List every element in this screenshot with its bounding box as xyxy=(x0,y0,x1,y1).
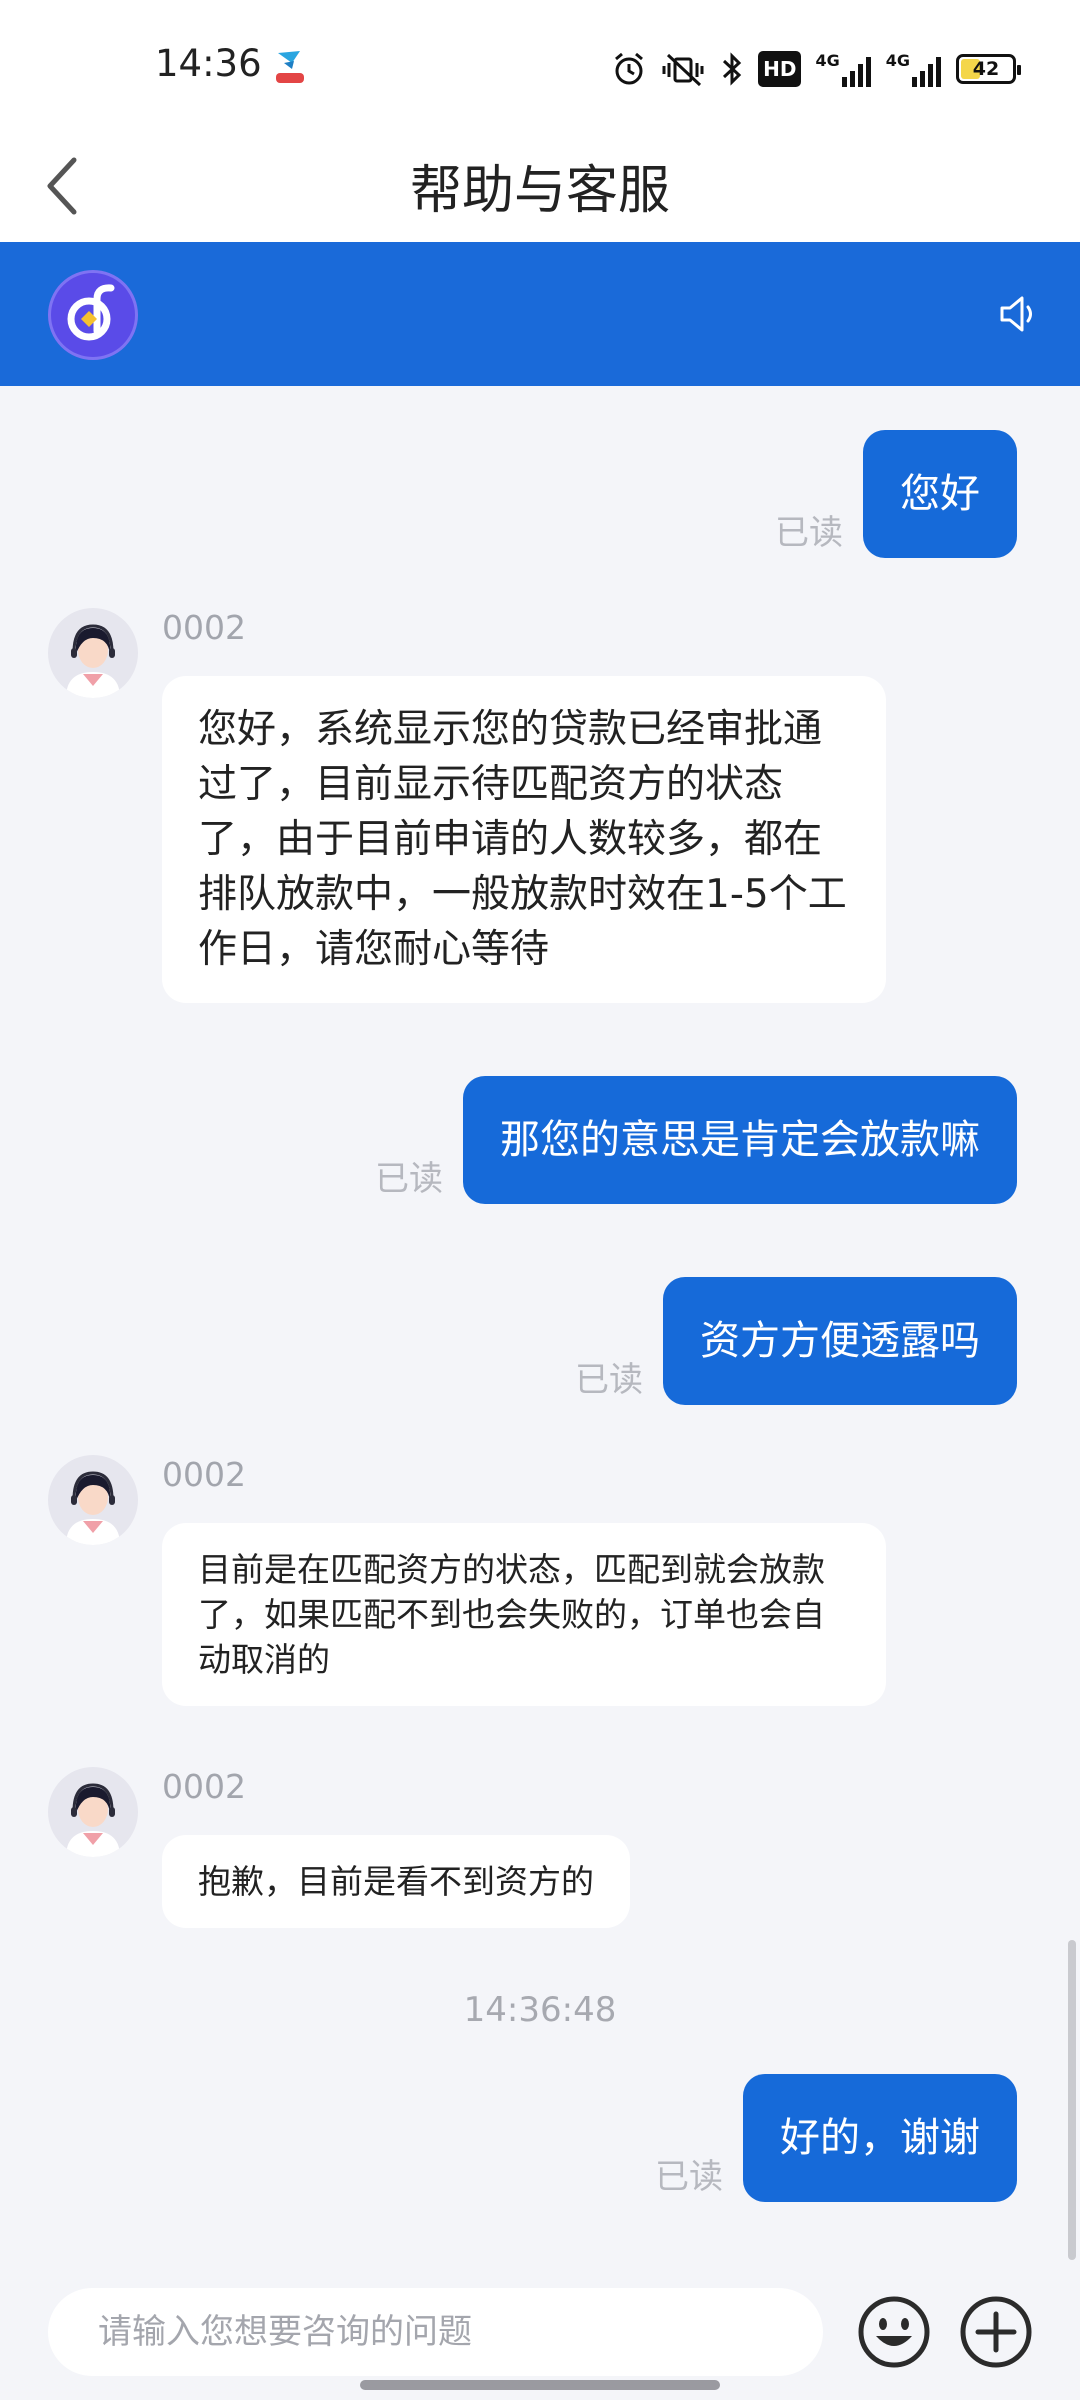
read-status: 已读 xyxy=(575,1360,643,1400)
agent-name: 0002 xyxy=(162,608,246,647)
agent-avatar-icon xyxy=(66,624,120,698)
outgoing-bubble[interactable]: 您好 xyxy=(863,430,1017,558)
app-header: 帮助与客服 xyxy=(0,130,1080,242)
app-notification-icon xyxy=(276,51,304,83)
service-banner xyxy=(0,242,1080,386)
smiley-icon[interactable] xyxy=(856,2294,932,2370)
outgoing-message: 已读 您好 xyxy=(775,430,1017,558)
outgoing-message: 已读 好的，谢谢 xyxy=(655,2074,1017,2202)
chat-screen: 14:36 HD 4G 4G 42 帮助与客服 已读 您好 0002 您好，系统… xyxy=(0,0,1080,2400)
outgoing-bubble[interactable]: 好的，谢谢 xyxy=(743,2074,1017,2202)
input-bar xyxy=(0,2266,1080,2400)
outgoing-message: 已读 那您的意思是肯定会放款嘛 xyxy=(375,1076,1017,1204)
status-bar: 14:36 HD 4G 4G 42 xyxy=(0,0,1080,130)
speaker-icon[interactable] xyxy=(996,292,1040,336)
incoming-bubble[interactable]: 抱歉，目前是看不到资方的 xyxy=(162,1835,630,1928)
agent-avatar[interactable] xyxy=(48,1767,138,1857)
signal-bars-icon xyxy=(912,57,941,87)
incoming-bubble[interactable]: 您好，系统显示您的贷款已经审批通过了，目前显示待匹配资方的状态了，由于目前申请的… xyxy=(162,676,886,1003)
brand-logo-icon xyxy=(67,284,115,341)
read-status: 已读 xyxy=(655,2157,723,2197)
signal-strength-2: 4G xyxy=(886,51,942,87)
incoming-bubble[interactable]: 目前是在匹配资方的状态，匹配到就会放款了，如果匹配不到也会失败的，订单也会自动取… xyxy=(162,1523,886,1706)
outgoing-message: 已读 资方方便透露吗 xyxy=(575,1277,1017,1405)
chat-scrollbar[interactable] xyxy=(1068,1940,1076,2260)
status-time: 14:36 xyxy=(155,42,262,85)
home-indicator[interactable] xyxy=(360,2380,720,2390)
agent-avatar[interactable] xyxy=(48,1455,138,1545)
signal-bars-icon xyxy=(841,57,871,87)
chat-timestamp: 14:36:48 xyxy=(463,1990,617,2030)
signal-strength-1: 4G xyxy=(815,51,871,87)
message-input[interactable] xyxy=(48,2288,823,2376)
read-status: 已读 xyxy=(775,513,843,553)
read-status: 已读 xyxy=(375,1159,443,1199)
agent-name: 0002 xyxy=(162,1455,246,1494)
alarm-icon xyxy=(615,52,644,85)
agent-avatar[interactable] xyxy=(48,608,138,698)
page-title: 帮助与客服 xyxy=(409,161,670,221)
battery-indicator: 42 xyxy=(956,54,1021,84)
agent-name: 0002 xyxy=(162,1767,246,1806)
plus-circle-icon[interactable] xyxy=(958,2294,1034,2370)
chat-list[interactable]: 已读 您好 0002 您好，系统显示您的贷款已经审批通过了，目前显示待匹配资方的… xyxy=(0,386,1080,2266)
vibrate-mute-icon xyxy=(662,53,704,87)
outgoing-bubble[interactable]: 资方方便透露吗 xyxy=(663,1277,1017,1405)
brand-logo xyxy=(48,270,138,360)
hd-badge: HD xyxy=(758,51,802,87)
agent-avatar-icon xyxy=(66,1471,120,1545)
bluetooth-icon xyxy=(723,52,742,86)
outgoing-bubble[interactable]: 那您的意思是肯定会放款嘛 xyxy=(463,1076,1017,1204)
status-icons: HD 4G 4G 42 xyxy=(612,48,1021,90)
agent-avatar-icon xyxy=(66,1783,120,1857)
